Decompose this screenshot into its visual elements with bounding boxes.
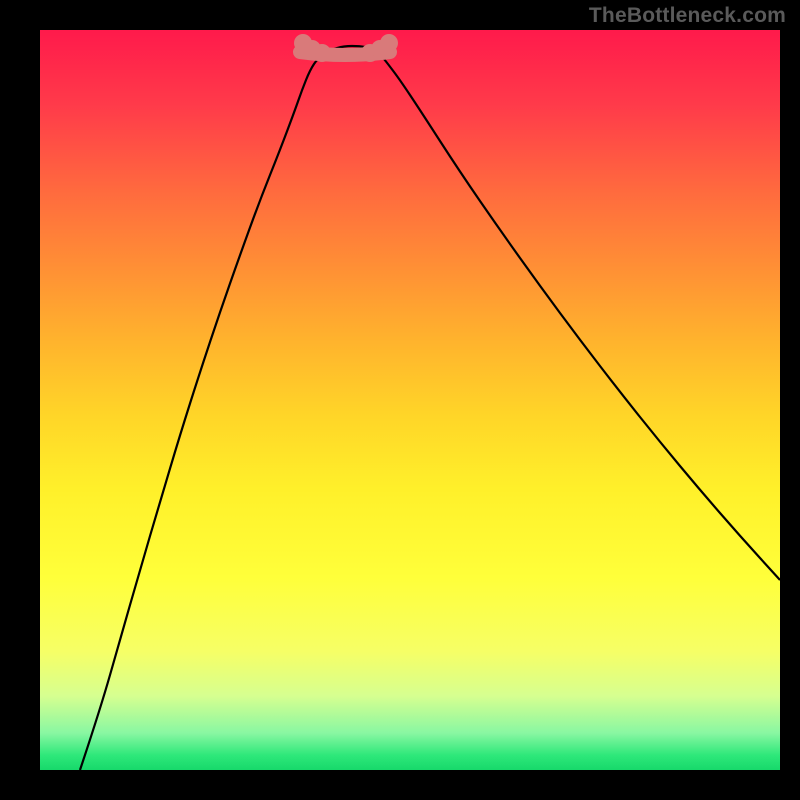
flat-zone-highlight xyxy=(294,34,398,62)
frame: TheBottleneck.com xyxy=(0,0,800,800)
plot-area xyxy=(40,30,780,770)
chart-svg xyxy=(40,30,780,770)
bottleneck-curve xyxy=(80,46,780,770)
watermark-text: TheBottleneck.com xyxy=(589,4,786,28)
